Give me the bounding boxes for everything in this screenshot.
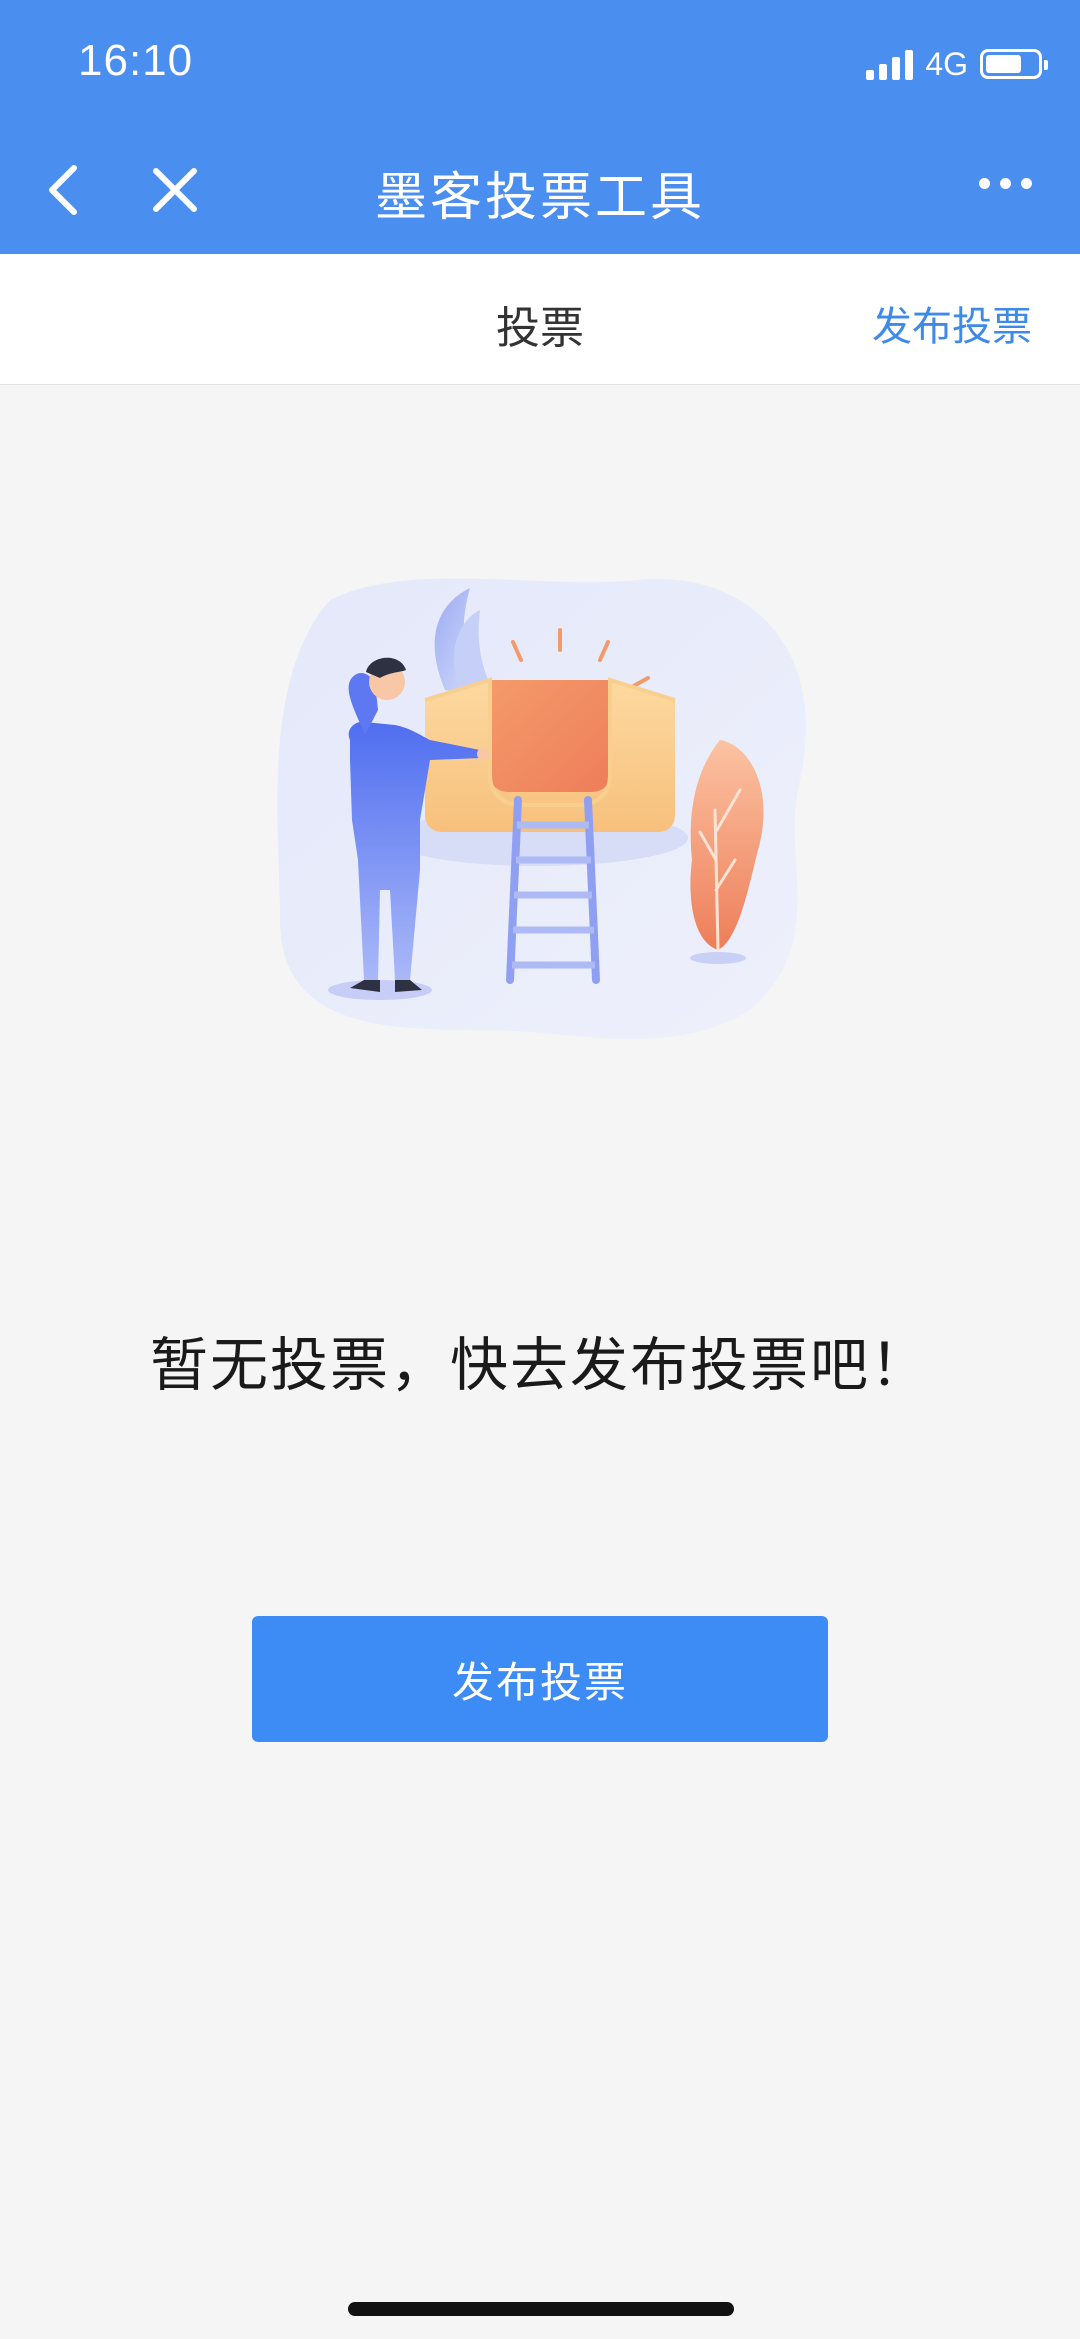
status-indicators: 4G (866, 44, 1048, 84)
home-indicator[interactable] (348, 2302, 734, 2316)
signal-icon (866, 48, 914, 80)
page-title: 墨客投票工具 (374, 168, 705, 228)
empty-state-message: 暂无投票，快去发布投票吧！ (149, 1331, 930, 1399)
network-type: 4G (925, 45, 968, 82)
battery-icon (980, 49, 1048, 79)
publish-vote-button[interactable]: 发布投票 (252, 1616, 828, 1742)
empty-vote-illustration (277, 578, 806, 1039)
sub-header: 投票 发布投票 (0, 254, 1080, 385)
more-dots-icon (979, 178, 990, 189)
more-button[interactable] (979, 178, 1032, 189)
top-app-bar: 16:10 4G 墨客投票工具 (0, 0, 1080, 254)
publish-vote-link[interactable]: 发布投票 (872, 294, 1032, 352)
status-time: 16:10 (78, 36, 194, 85)
